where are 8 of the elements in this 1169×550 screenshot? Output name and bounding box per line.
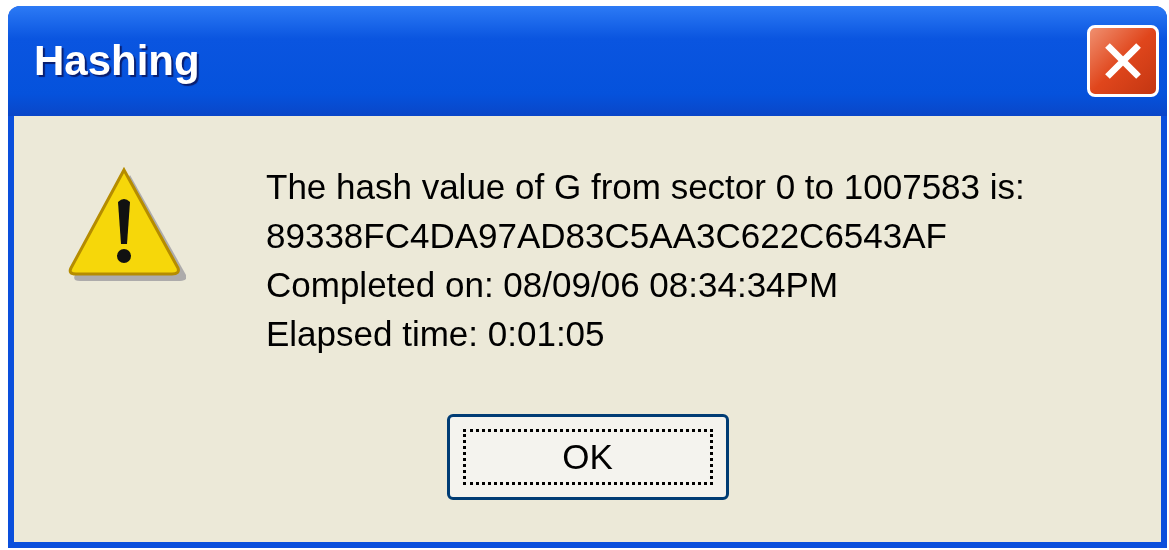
close-button[interactable] [1087, 25, 1159, 97]
warning-icon [66, 166, 186, 282]
message-text: Elapsed time: 0:01:05 [266, 313, 606, 355]
ok-button[interactable]: OK [446, 414, 729, 500]
message-text: Completed on: 08/09/06 08:34:34PM [266, 264, 840, 306]
message-text: 89338FC4DA97AD83C5AA3C622C6543AF [266, 215, 948, 257]
message-text: The hash value of G from sector 0 to 1007583 is: [266, 166, 1025, 208]
window-title: Hashing [34, 37, 200, 85]
